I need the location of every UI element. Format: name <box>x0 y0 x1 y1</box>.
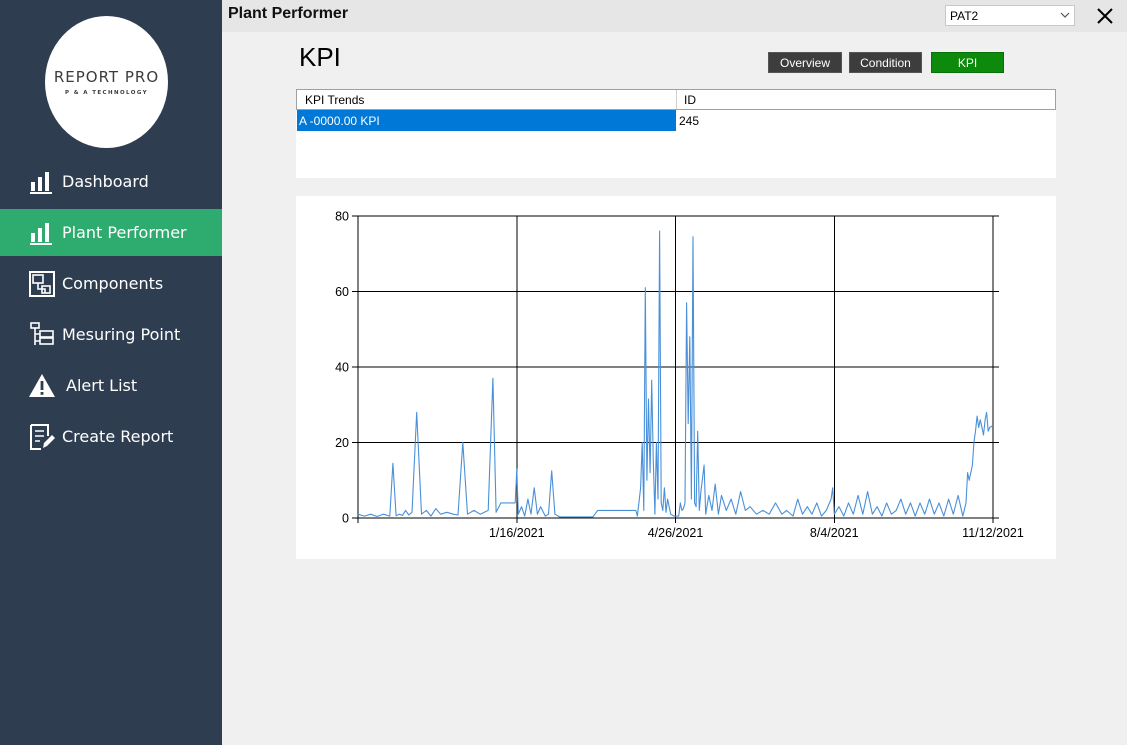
sidebar-item-dashboard[interactable]: Dashboard <box>0 158 222 205</box>
column-header-kpi-trends[interactable]: KPI Trends <box>297 90 677 109</box>
sidebar-item-label: Components <box>62 274 164 293</box>
sidebar-item-label: Dashboard <box>62 172 149 191</box>
sidebar-item-plant-performer[interactable]: Plant Performer <box>0 209 222 256</box>
condition-button[interactable]: Condition <box>849 52 922 73</box>
bar-chart-icon <box>30 172 52 194</box>
sidebar-item-label: Plant Performer <box>62 223 187 242</box>
title-bar: Plant Performer PAT2 <box>222 0 1127 32</box>
kpi-chart: 0 20 40 60 80 1/16/2021 4/26/2021 8/4/2021 11/12… <box>296 196 1056 559</box>
sidebar-item-components[interactable]: Components <box>0 260 222 307</box>
sidebar-item-label: Mesuring Point <box>62 325 181 344</box>
y-tick-label: 80 <box>335 210 349 224</box>
components-icon <box>29 271 55 297</box>
kpi-trends-grid: KPI Trends ID A -0000.00 KPI 245 <box>296 89 1056 178</box>
logo-main-text: REPORT PRO <box>53 68 160 86</box>
kpi-chart-svg: 0 20 40 60 80 1/16/2021 4/26/2021 8/4/2021 11/12… <box>335 210 1024 541</box>
sidebar-item-alert-list[interactable]: Alert List <box>0 362 222 409</box>
column-header-id[interactable]: ID <box>677 90 1055 109</box>
logo-sub-text: P & A TECHNOLOGY <box>64 90 148 96</box>
sidebar: REPORT PRO P & A TECHNOLOGY Dashboard Pl… <box>0 0 222 745</box>
x-tick-label: 1/16/2021 <box>489 526 545 540</box>
x-tick-label: 11/12/2021 <box>962 526 1024 540</box>
y-tick-label: 0 <box>342 512 349 526</box>
sidebar-item-label: Alert List <box>66 376 138 395</box>
y-tick-label: 60 <box>335 285 349 299</box>
sidebar-item-mesuring-point[interactable]: Mesuring Point <box>0 311 222 358</box>
kpi-button[interactable]: KPI <box>931 52 1004 73</box>
sidebar-nav: Dashboard Plant Performer Components Mes… <box>0 158 222 464</box>
y-tick-label: 20 <box>335 436 349 450</box>
cell-id: 245 <box>679 114 700 128</box>
close-icon[interactable] <box>1095 6 1115 26</box>
grid-header: KPI Trends ID <box>296 89 1056 110</box>
bar-chart-icon <box>30 223 52 245</box>
x-tick-label: 4/26/2021 <box>648 526 704 540</box>
plant-select-value: PAT2 <box>950 9 979 23</box>
app-title: Plant Performer <box>228 5 349 22</box>
logo: REPORT PRO P & A TECHNOLOGY <box>45 16 168 148</box>
y-tick-label: 40 <box>335 361 349 375</box>
edit-report-icon <box>30 424 55 450</box>
plant-select[interactable]: PAT2 <box>945 5 1075 26</box>
warning-icon <box>29 374 55 397</box>
sidebar-item-create-report[interactable]: Create Report <box>0 413 222 460</box>
x-tick-label: 8/4/2021 <box>810 526 859 540</box>
page-title: KPI <box>299 42 341 72</box>
overview-button[interactable]: Overview <box>768 52 842 73</box>
chevron-down-icon <box>1060 12 1070 18</box>
tree-list-icon <box>30 322 54 345</box>
table-row[interactable]: A -0000.00 KPI 245 <box>296 110 1056 132</box>
sidebar-item-label: Create Report <box>62 427 174 446</box>
cell-kpi-name: A -0000.00 KPI <box>297 110 676 131</box>
